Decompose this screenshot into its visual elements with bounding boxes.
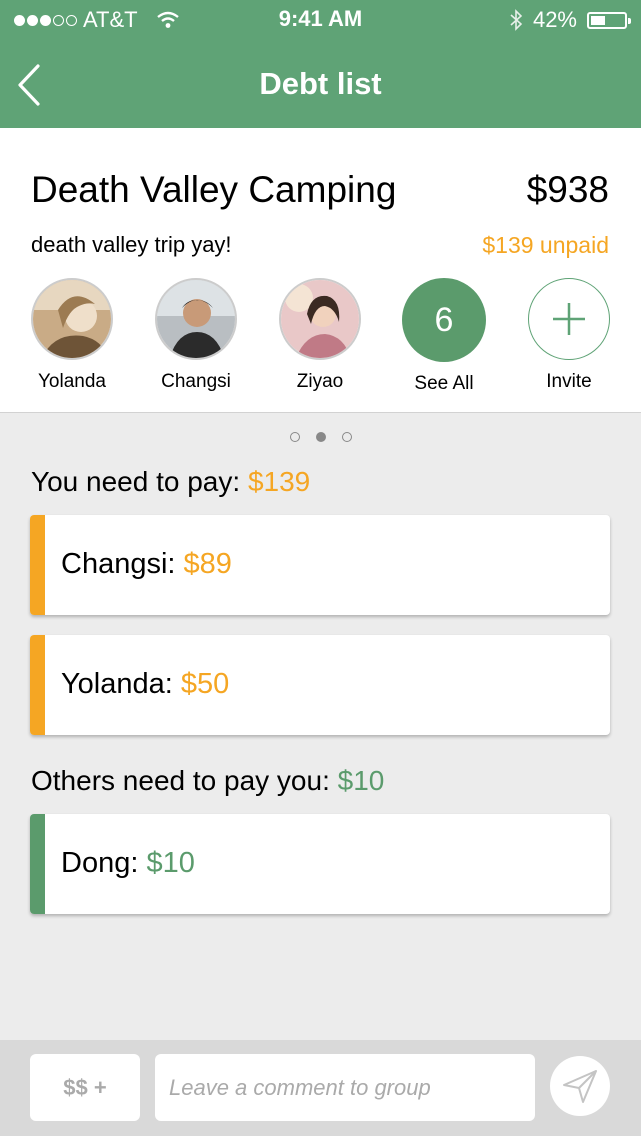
debt-item-dong[interactable]: Dong: $10 xyxy=(30,814,610,914)
debt-status-bar xyxy=(30,515,45,615)
trip-total: $938 xyxy=(526,169,609,210)
others-need-to-pay-heading: Others need to pay you: $10 xyxy=(31,765,384,797)
add-money-button[interactable]: $$ + xyxy=(30,1054,140,1121)
page-dot[interactable] xyxy=(341,432,352,442)
plus-icon xyxy=(553,303,585,335)
invite-button[interactable]: Invite xyxy=(509,278,629,393)
debt-item-changsi[interactable]: Changsi: $89 xyxy=(30,515,610,615)
member-changsi[interactable]: Changsi xyxy=(136,278,256,393)
debt-amount: $10 xyxy=(146,847,195,879)
paper-plane-icon xyxy=(563,1070,597,1103)
debt-status-bar xyxy=(30,814,45,914)
avatar xyxy=(155,278,237,360)
debt-amount: $89 xyxy=(183,548,232,580)
section-label: Others need to pay you: xyxy=(31,765,338,796)
trip-description: death valley trip yay! xyxy=(31,232,232,257)
send-button[interactable] xyxy=(550,1056,610,1116)
avatar xyxy=(31,278,113,360)
section-label: You need to pay: xyxy=(31,466,248,497)
avatar xyxy=(279,278,361,360)
debt-item-yolanda[interactable]: Yolanda: $50 xyxy=(30,635,610,735)
comment-bar: $$ + xyxy=(0,1040,641,1136)
member-yolanda[interactable]: Yolanda xyxy=(12,278,132,393)
member-ziyao[interactable]: Ziyao xyxy=(260,278,380,393)
status-right: 42% xyxy=(509,7,631,33)
page-dot[interactable] xyxy=(289,432,300,442)
debt-status-bar xyxy=(30,635,45,735)
battery-percent: 42% xyxy=(532,7,577,32)
debt-person: Changsi: xyxy=(61,548,184,580)
see-all-button[interactable]: 6 See All xyxy=(384,278,504,395)
page-indicator xyxy=(0,432,641,442)
top-bar: AT&T 9:41 AM 42% Debt list xyxy=(0,0,641,128)
section-amount: $139 xyxy=(247,466,311,497)
section-amount: $10 xyxy=(337,765,385,796)
member-name: Yolanda xyxy=(38,371,106,392)
member-name: Ziyao xyxy=(296,371,344,392)
debt-amount: $50 xyxy=(180,668,230,700)
trip-summary-card: Death Valley Camping $938 death valley t… xyxy=(0,128,641,413)
see-all-label: See All xyxy=(414,373,474,394)
page-title: Debt list xyxy=(259,66,382,101)
comment-input[interactable] xyxy=(155,1054,535,1121)
you-need-to-pay-heading: You need to pay: $139 xyxy=(31,466,310,498)
member-count-badge: 6 xyxy=(402,278,486,362)
battery-icon xyxy=(587,11,631,29)
debt-text: Dong: $10 xyxy=(61,847,195,880)
trip-unpaid: $139 unpaid xyxy=(482,232,609,258)
debt-text: Yolanda: $50 xyxy=(61,668,229,701)
trip-name: Death Valley Camping xyxy=(31,169,397,210)
invite-label: Invite xyxy=(546,371,592,392)
member-name: Changsi xyxy=(161,371,231,392)
debt-text: Changsi: $89 xyxy=(61,548,232,581)
page-dot-active[interactable] xyxy=(315,432,326,442)
status-bar: AT&T 9:41 AM 42% xyxy=(0,0,641,40)
debt-person: Yolanda: xyxy=(61,668,181,700)
debt-person: Dong: xyxy=(61,847,147,879)
bluetooth-icon xyxy=(510,9,523,31)
